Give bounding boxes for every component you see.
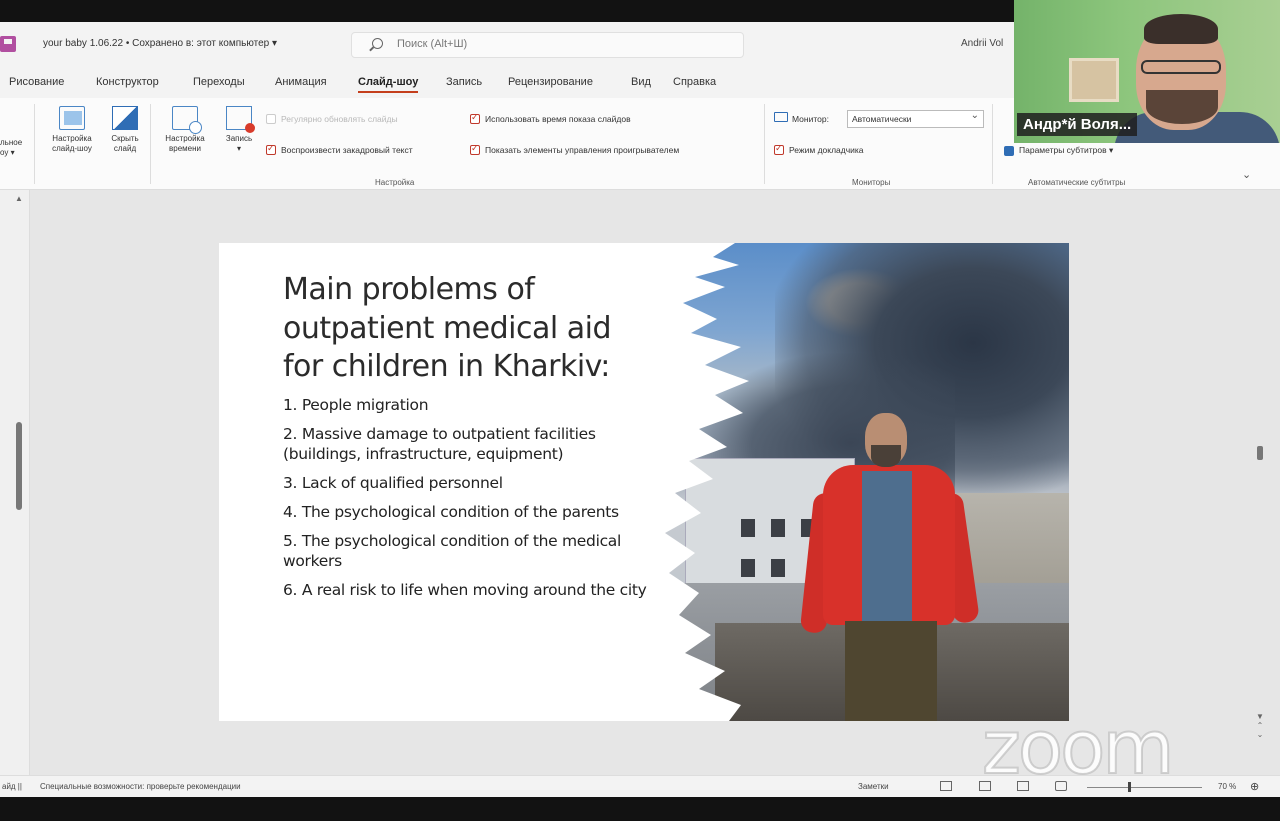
scroll-up-icon[interactable]: ▲	[15, 194, 23, 203]
search-input[interactable]: Поиск (Alt+Ш)	[351, 32, 744, 58]
tab-help[interactable]: Справка	[673, 76, 716, 88]
slide-nav-arrows[interactable]: ▼ ⌃ ⌄	[1256, 712, 1264, 739]
notes-button[interactable]: Заметки	[858, 782, 889, 791]
normal-view-icon[interactable]	[940, 781, 952, 791]
video-person-beard	[1146, 90, 1218, 124]
checkbox-label: Воспроизвести закадровый текст	[281, 145, 413, 155]
thumbnail-scrollbar[interactable]	[16, 422, 22, 510]
hide-slide-label: Скрыть слайд	[111, 134, 139, 153]
show-media-controls-checkbox[interactable]: Показать элементы управления проигрывате…	[470, 143, 680, 155]
collapse-ribbon-icon[interactable]: ⌄	[1242, 168, 1251, 181]
video-background-frame	[1069, 58, 1119, 102]
checkbox-box	[266, 143, 276, 155]
separator	[992, 104, 993, 184]
list-item: 3. Lack of qualified personnel	[283, 474, 503, 492]
record-label: Запись ▾	[225, 134, 253, 153]
problems-list: 1. People migration 2. Massive damage to…	[283, 395, 653, 609]
hide-slide-button[interactable]: Скрыть слайд	[104, 106, 146, 154]
use-timings-checkbox[interactable]: Использовать время показа слайдов	[470, 112, 631, 124]
list-item: 6. A real risk to life when moving aroun…	[283, 581, 647, 599]
save-icon[interactable]	[0, 36, 16, 52]
video-person-hair	[1144, 14, 1218, 44]
checkbox-label: Показать элементы управления проигрывате…	[485, 145, 680, 155]
thumbnail-panel: ▲	[0, 190, 30, 775]
slide-photo	[655, 243, 1069, 721]
slide-title: Main problems of outpatient medical aid …	[283, 272, 612, 384]
checkbox-label: Использовать время показа слайдов	[485, 114, 631, 124]
tab-slideshow[interactable]: Слайд-шоу	[358, 76, 419, 93]
accessibility-status[interactable]: Специальные возможности: проверьте реком…	[40, 782, 241, 791]
zoom-slider[interactable]	[1087, 787, 1202, 788]
monitor-icon	[774, 112, 788, 122]
setup-slideshow-button[interactable]: Настройка слайд-шоу	[40, 106, 104, 154]
list-item: 5. The psychological condition of the me…	[283, 532, 622, 570]
record-button[interactable]: Запись ▾	[218, 106, 260, 154]
user-name[interactable]: Andrii Vol	[961, 38, 1003, 49]
brush-edge	[655, 243, 749, 721]
separator	[150, 104, 151, 184]
glasses-icon	[1141, 60, 1221, 74]
slide: Main problems of outpatient medical aid …	[219, 243, 1069, 721]
record-icon	[226, 106, 255, 133]
search-icon	[372, 38, 383, 49]
checkbox-box	[774, 143, 784, 155]
custom-slideshow-button[interactable]: льное оу ▾	[0, 138, 30, 158]
tab-record[interactable]: Запись	[446, 76, 482, 88]
tab-animations[interactable]: Анимация	[275, 76, 327, 88]
reading-view-icon[interactable]	[1017, 781, 1029, 791]
group-label-monitors: Мониторы	[852, 178, 891, 187]
checkbox-label: Регулярно обновлять слайды	[281, 114, 398, 124]
list-item: 4. The psychological condition of the pa…	[283, 503, 619, 521]
checkbox-box	[266, 114, 276, 124]
slideshow-view-icon[interactable]	[1055, 781, 1067, 791]
refresh-slides-checkbox[interactable]: Регулярно обновлять слайды	[266, 114, 398, 124]
tab-design[interactable]: Конструктор	[96, 76, 159, 88]
slide-sorter-icon[interactable]	[979, 781, 991, 791]
participant-video[interactable]: Андр*й Воля...	[1014, 0, 1280, 143]
monitor-select[interactable]: Автоматически	[847, 110, 984, 128]
subtitle-settings-button[interactable]: Параметры субтитров ▾	[1004, 145, 1113, 156]
document-title[interactable]: your baby 1.06.22 • Сохранено в: этот ко…	[43, 38, 277, 49]
subtitle-settings-label: Параметры субтитров ▾	[1019, 145, 1114, 155]
tab-review[interactable]: Рецензирование	[508, 76, 593, 88]
list-item: 2. Massive damage to outpatient faciliti…	[283, 425, 596, 463]
rehearse-timings-button[interactable]: Настройка времени	[156, 106, 214, 154]
participant-name: Андр*й Воля...	[1017, 113, 1138, 136]
group-label-subtitles: Автоматические субтитры	[1028, 178, 1126, 187]
checkbox-box	[470, 143, 480, 155]
rehearse-timings-label: Настройка времени	[165, 134, 205, 153]
search-placeholder: Поиск (Alt+Ш)	[397, 38, 468, 50]
setup-slideshow-label: Настройка слайд-шоу	[52, 134, 92, 153]
hide-slide-icon	[112, 106, 138, 130]
photo-person	[799, 413, 980, 721]
separator	[34, 104, 35, 184]
tab-transitions[interactable]: Переходы	[193, 76, 245, 88]
separator	[764, 104, 765, 184]
checkbox-box	[470, 112, 480, 124]
setup-slideshow-icon	[59, 106, 85, 130]
presenter-view-checkbox[interactable]: Режим докладчика	[774, 143, 864, 155]
timer-icon	[172, 106, 202, 134]
slide-scrollbar[interactable]	[1257, 446, 1263, 460]
zoom-slider-knob[interactable]	[1128, 782, 1131, 792]
checkbox-label: Режим докладчика	[789, 145, 864, 155]
zoom-level[interactable]: 70 %	[1218, 782, 1236, 791]
fit-to-window-icon[interactable]: ⊕	[1250, 780, 1259, 793]
list-item: 1. People migration	[283, 396, 429, 414]
screen-bottom-border	[0, 797, 1280, 821]
slide-counter: айд ||	[2, 782, 22, 791]
play-narrations-checkbox[interactable]: Воспроизвести закадровый текст	[266, 143, 413, 155]
status-bar: айд || Специальные возможности: проверьт…	[0, 775, 1280, 797]
tab-draw[interactable]: Рисование	[9, 76, 64, 88]
group-label-setup: Настройка	[375, 178, 415, 187]
monitor-label: Монитор:	[792, 114, 829, 124]
subtitles-icon	[1004, 145, 1014, 156]
tab-view[interactable]: Вид	[631, 76, 651, 88]
